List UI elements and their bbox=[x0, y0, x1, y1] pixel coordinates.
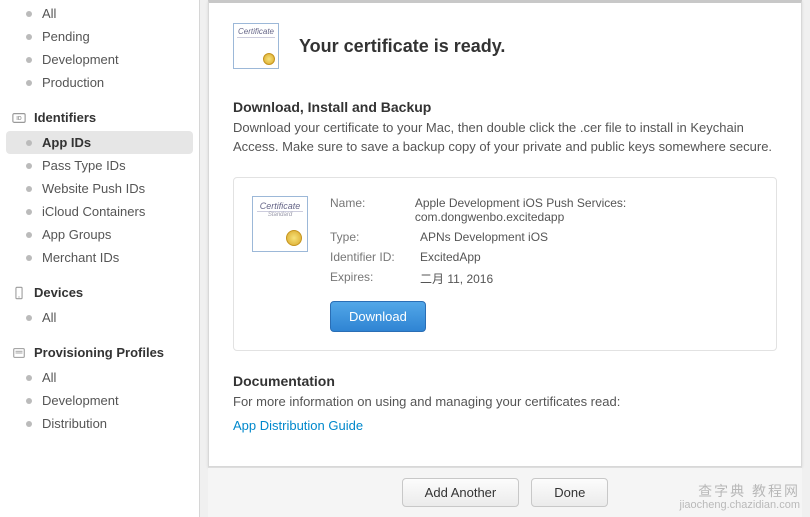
sidebar-item-label: App IDs bbox=[42, 135, 91, 150]
sidebar-item-label: Website Push IDs bbox=[42, 181, 145, 196]
bullet-icon bbox=[26, 421, 32, 427]
sidebar-item-label: Pending bbox=[42, 29, 90, 44]
bullet-icon bbox=[26, 80, 32, 86]
cert-icon-sub: Standard bbox=[257, 212, 303, 218]
id-icon: ID bbox=[12, 111, 26, 125]
sidebar-item-label: App Groups bbox=[42, 227, 111, 242]
bullet-icon bbox=[26, 57, 32, 63]
type-value: APNs Development iOS bbox=[420, 230, 548, 244]
download-body: Download your certificate to your Mac, t… bbox=[233, 119, 777, 157]
bullet-icon bbox=[26, 255, 32, 261]
add-another-button[interactable]: Add Another bbox=[402, 478, 520, 507]
docs-body: For more information on using and managi… bbox=[233, 393, 777, 412]
footer-bar: Add Another Done bbox=[208, 467, 802, 517]
sidebar-item-label: Merchant IDs bbox=[42, 250, 119, 265]
section-profiles: Provisioning Profiles bbox=[0, 339, 199, 366]
content-area: Certificate Your certificate is ready. D… bbox=[208, 0, 802, 467]
device-icon bbox=[12, 286, 26, 300]
sidebar-item-icloud-containers[interactable]: iCloud Containers bbox=[0, 200, 199, 223]
download-heading: Download, Install and Backup bbox=[233, 99, 777, 115]
seal-icon bbox=[263, 53, 275, 65]
expires-value: 二月 11, 2016 bbox=[420, 270, 493, 287]
identifier-label: Identifier ID: bbox=[330, 250, 420, 264]
section-devices: Devices bbox=[0, 279, 199, 306]
sidebar-item-pass-type-ids[interactable]: Pass Type IDs bbox=[0, 154, 199, 177]
svg-text:ID: ID bbox=[16, 115, 21, 121]
sidebar-item-devices-all[interactable]: All bbox=[0, 306, 199, 329]
sidebar-item-label: Distribution bbox=[42, 416, 107, 431]
bullet-icon bbox=[26, 398, 32, 404]
main: Certificate Your certificate is ready. D… bbox=[200, 0, 810, 517]
bullet-icon bbox=[26, 11, 32, 17]
sidebar-item-label: All bbox=[42, 370, 56, 385]
bullet-icon bbox=[26, 209, 32, 215]
type-label: Type: bbox=[330, 230, 420, 244]
certificate-info-box: Certificate Standard Name: Apple Develop… bbox=[233, 177, 777, 351]
bullet-icon bbox=[26, 186, 32, 192]
header-row: Certificate Your certificate is ready. bbox=[233, 23, 777, 69]
sidebar-item-label: All bbox=[42, 310, 56, 325]
section-label: Devices bbox=[34, 285, 83, 300]
name-label: Name: bbox=[330, 196, 415, 224]
bullet-icon bbox=[26, 140, 32, 146]
bullet-icon bbox=[26, 315, 32, 321]
sidebar-item-label: Pass Type IDs bbox=[42, 158, 126, 173]
sidebar-item-development[interactable]: Development bbox=[0, 48, 199, 71]
bullet-icon bbox=[26, 375, 32, 381]
bullet-icon bbox=[26, 34, 32, 40]
section-label: Identifiers bbox=[34, 110, 96, 125]
download-button[interactable]: Download bbox=[330, 301, 426, 332]
sidebar-item-label: Production bbox=[42, 75, 104, 90]
profiles-icon bbox=[12, 346, 26, 360]
sidebar-item-profiles-distribution[interactable]: Distribution bbox=[0, 412, 199, 435]
sidebar-item-profiles-development[interactable]: Development bbox=[0, 389, 199, 412]
seal-icon bbox=[286, 230, 302, 246]
sidebar-item-website-push-ids[interactable]: Website Push IDs bbox=[0, 177, 199, 200]
sidebar-item-all[interactable]: All bbox=[0, 2, 199, 25]
done-button[interactable]: Done bbox=[531, 478, 608, 507]
sidebar-item-app-groups[interactable]: App Groups bbox=[0, 223, 199, 246]
cert-icon-title: Certificate bbox=[237, 27, 275, 38]
sidebar-item-label: Development bbox=[42, 52, 119, 67]
certificate-icon: Certificate bbox=[233, 23, 279, 69]
sidebar-item-production[interactable]: Production bbox=[0, 71, 199, 94]
identifier-value: ExcitedApp bbox=[420, 250, 481, 264]
sidebar: All Pending Development Production ID Id… bbox=[0, 0, 200, 517]
app-distribution-guide-link[interactable]: App Distribution Guide bbox=[233, 418, 777, 433]
sidebar-item-pending[interactable]: Pending bbox=[0, 25, 199, 48]
sidebar-item-label: All bbox=[42, 6, 56, 21]
sidebar-item-merchant-ids[interactable]: Merchant IDs bbox=[0, 246, 199, 269]
section-label: Provisioning Profiles bbox=[34, 345, 164, 360]
page-title: Your certificate is ready. bbox=[299, 36, 505, 57]
certificate-icon: Certificate Standard bbox=[252, 196, 308, 252]
sidebar-item-app-ids[interactable]: App IDs bbox=[6, 131, 193, 154]
sidebar-item-label: Development bbox=[42, 393, 119, 408]
info-grid: Name: Apple Development iOS Push Service… bbox=[330, 196, 758, 332]
bullet-icon bbox=[26, 232, 32, 238]
sidebar-item-profiles-all[interactable]: All bbox=[0, 366, 199, 389]
name-value: Apple Development iOS Push Services: com… bbox=[415, 196, 758, 224]
bullet-icon bbox=[26, 163, 32, 169]
cert-icon-title: Certificate bbox=[257, 201, 303, 212]
section-identifiers: ID Identifiers bbox=[0, 104, 199, 131]
docs-heading: Documentation bbox=[233, 373, 777, 389]
sidebar-item-label: iCloud Containers bbox=[42, 204, 145, 219]
expires-label: Expires: bbox=[330, 270, 420, 287]
